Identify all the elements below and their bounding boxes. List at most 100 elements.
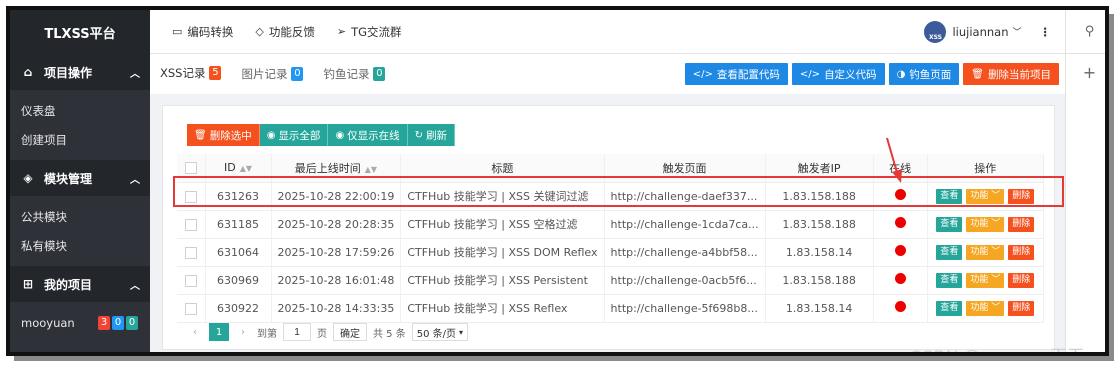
- search-icon[interactable]: ⚲: [1066, 10, 1105, 54]
- cell-title: CTFHub 技能学习 | XSS 关键词过滤: [400, 182, 605, 211]
- view-button[interactable]: 查看: [936, 217, 963, 232]
- page-size-select[interactable]: 50 条/页 ▾: [411, 323, 469, 341]
- table-row[interactable]: 631263 2025-10-28 22:00:19 CTFHub 技能学习 | X…: [177, 182, 1045, 211]
- row-checkbox[interactable]: [184, 218, 197, 231]
- cell-trigger-ip: 1.83.158.14: [765, 294, 874, 323]
- records-panel: 🗑 删除选中 ◉ 显示全部 ◉ 仅显示在线 ↻ 刷新 ID ▲▼ 最后上线时间 ▲▼ 标题 …: [162, 105, 1055, 350]
- sidebar-item-project-mooyuan[interactable]: mooyuan 3 0 0: [10, 308, 150, 337]
- more-vertical-icon[interactable]: ⋮: [1040, 25, 1052, 39]
- delete-button[interactable]: 删除: [1008, 189, 1035, 204]
- view-button[interactable]: 查看: [936, 189, 963, 204]
- delete-selected-button[interactable]: 🗑 删除选中: [187, 124, 260, 146]
- sidebar-item-private-modules[interactable]: 私有模块: [10, 231, 150, 260]
- total-count: 共 5 条: [373, 328, 406, 340]
- select-all-checkbox[interactable]: [184, 162, 197, 175]
- delete-project-button[interactable]: 🗑 删除当前项目: [963, 63, 1059, 85]
- sidebar-group-modules[interactable]: ◈ 模块管理 ︿: [10, 160, 150, 196]
- nav-feedback[interactable]: ◇ 功能反馈: [255, 24, 314, 40]
- user-menu[interactable]: XSS liujiannan ﹀ ⋮: [924, 20, 1052, 43]
- tab-xss-records[interactable]: XSS记录 5: [150, 54, 232, 94]
- code-icon: </>: [692, 68, 713, 80]
- project-name: mooyuan: [21, 315, 75, 330]
- phishing-page-button[interactable]: ◑ 钓鱼页面: [888, 63, 960, 85]
- function-dropdown-button[interactable]: 功能 ﹀: [966, 217, 1005, 232]
- sidebar-group-my-projects[interactable]: ⊞ 我的项目 ︿: [10, 266, 150, 302]
- pagination: ‹ 1 › 到第 页 确定 共 5 条 50 条/页 ▾: [187, 323, 469, 341]
- function-dropdown-button[interactable]: 功能 ﹀: [966, 245, 1005, 260]
- show-online-button[interactable]: ◉ 仅显示在线: [328, 124, 408, 146]
- plus-icon[interactable]: +: [1066, 54, 1105, 90]
- delete-button[interactable]: 删除: [1008, 245, 1035, 260]
- sort-icon: ▲▼: [364, 164, 378, 174]
- tab-phishing-records[interactable]: 钓鱼记录 0: [313, 54, 395, 94]
- function-dropdown-button[interactable]: 功能 ﹀: [966, 189, 1005, 204]
- view-button[interactable]: 查看: [936, 301, 963, 316]
- row-checkbox-cell[interactable]: [177, 266, 206, 295]
- col-actions: 操作: [927, 154, 1045, 183]
- refresh-button[interactable]: ↻ 刷新: [407, 124, 456, 146]
- row-checkbox[interactable]: [184, 246, 197, 259]
- select-all-checkbox-cell[interactable]: [177, 154, 206, 183]
- row-checkbox-cell[interactable]: [177, 182, 206, 211]
- nav-tg-group[interactable]: ➢ TG交流群: [337, 24, 402, 40]
- cell-actions: 查看 功能 ﹀ 删除: [927, 210, 1045, 239]
- table-row[interactable]: 630922 2025-10-28 14:33:35 CTFHub 技能学习 | X…: [177, 294, 1045, 323]
- confirm-page-button[interactable]: 确定: [333, 323, 367, 341]
- show-all-button[interactable]: ◉ 显示全部: [259, 124, 329, 146]
- tab-image-records[interactable]: 图片记录 0: [231, 54, 313, 94]
- custom-code-button[interactable]: </> 自定义代码: [791, 63, 885, 85]
- button-label: 删除选中: [209, 129, 252, 142]
- sidebar-group-project-ops[interactable]: ⌂ 项目操作 ︿: [10, 54, 150, 90]
- row-checkbox[interactable]: [184, 302, 197, 315]
- col-id[interactable]: ID ▲▼: [205, 154, 272, 183]
- row-checkbox-cell[interactable]: [177, 238, 206, 267]
- cell-id: 631263: [205, 182, 272, 211]
- table-row[interactable]: 631064 2025-10-28 17:59:26 CTFHub 技能学习 | X…: [177, 238, 1045, 267]
- project-badges: 3 0 0: [98, 315, 138, 330]
- row-checkbox[interactable]: [184, 190, 197, 203]
- top-bar: ▭ 编码转换 ◇ 功能反馈 ➢ TG交流群 XSS liujiannan ﹀ ⋮: [150, 10, 1065, 54]
- cell-online: [873, 182, 928, 211]
- app-window: TLXSS平台 ⌂ 项目操作 ︿ 仪表盘 创建项目 ◈ 模块管理 ︿ 公共模块 …: [6, 6, 1109, 356]
- chevron-down-icon: ▾: [459, 327, 464, 337]
- table-row[interactable]: 631185 2025-10-28 20:28:35 CTFHub 技能学习 | X…: [177, 210, 1045, 239]
- cell-online: [873, 210, 928, 239]
- col-online: 在线: [873, 154, 928, 183]
- function-dropdown-button[interactable]: 功能 ﹀: [966, 301, 1005, 316]
- cell-id: 631064: [205, 238, 272, 267]
- phish-count-badge: 0: [126, 315, 138, 330]
- view-button[interactable]: 查看: [936, 273, 963, 288]
- brand-title[interactable]: TLXSS平台: [10, 10, 150, 54]
- delete-button[interactable]: 删除: [1008, 301, 1035, 316]
- prev-page-icon[interactable]: ‹: [187, 327, 203, 338]
- table-row[interactable]: 630969 2025-10-28 16:01:48 CTFHub 技能学习 | X…: [177, 266, 1045, 295]
- function-dropdown-button[interactable]: 功能 ﹀: [966, 273, 1005, 288]
- cell-trigger-ip: 1.83.158.188: [765, 182, 874, 211]
- table-header-row: ID ▲▼ 最后上线时间 ▲▼ 标题 触发页面 触发者IP 在线 操作: [177, 154, 1045, 183]
- cell-last-online: 2025-10-28 14:33:35: [271, 294, 402, 323]
- page-number-input[interactable]: [283, 323, 311, 341]
- current-page[interactable]: 1: [209, 323, 229, 341]
- nav-encode-convert[interactable]: ▭ 编码转换: [172, 24, 233, 40]
- sidebar-item-public-modules[interactable]: 公共模块: [10, 202, 150, 231]
- row-checkbox-cell[interactable]: [177, 210, 206, 239]
- chevron-down-icon: ﹀: [991, 275, 1001, 285]
- cell-id: 630922: [205, 294, 272, 323]
- view-button[interactable]: 查看: [936, 245, 963, 260]
- sidebar-item-dashboard[interactable]: 仪表盘: [10, 96, 150, 125]
- avatar: XSS: [924, 20, 947, 43]
- view-config-code-button[interactable]: </> 查看配置代码: [684, 63, 788, 85]
- delete-button[interactable]: 删除: [1008, 217, 1035, 232]
- sort-icon: ▲▼: [239, 164, 253, 174]
- cell-trigger-page: http://challenge-daef337...: [604, 182, 766, 211]
- eye-icon: ◉: [335, 129, 345, 141]
- next-page-icon[interactable]: ›: [235, 327, 251, 338]
- cell-actions: 查看 功能 ﹀ 删除: [927, 238, 1045, 267]
- trash-icon: 🗑: [194, 129, 207, 141]
- row-checkbox[interactable]: [184, 274, 197, 287]
- col-title: 标题: [400, 154, 605, 183]
- delete-button[interactable]: 删除: [1008, 273, 1035, 288]
- sidebar-item-create-project[interactable]: 创建项目: [10, 125, 150, 154]
- row-checkbox-cell[interactable]: [177, 294, 206, 323]
- col-last-online[interactable]: 最后上线时间 ▲▼: [271, 154, 402, 183]
